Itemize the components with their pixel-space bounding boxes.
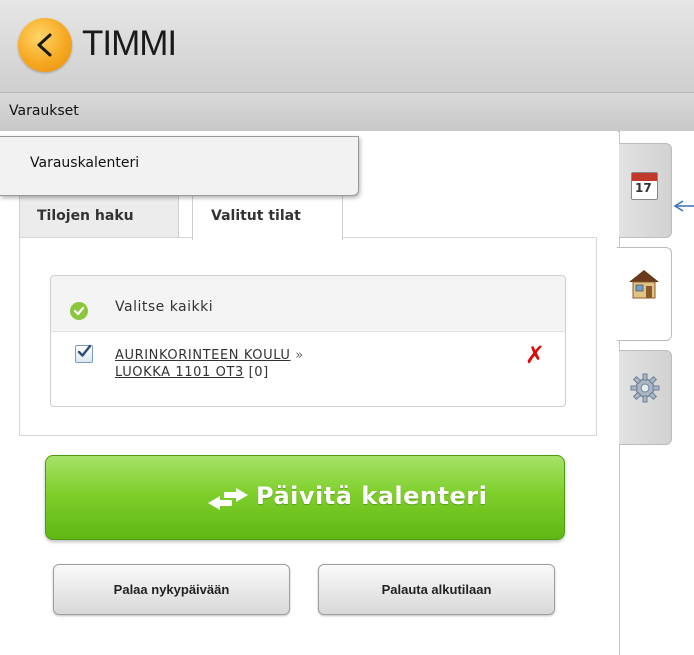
room-link[interactable]: LUOKKA 1101 OT3 [115,365,244,380]
home-icon [629,270,659,299]
menu-item-varauskalenteri[interactable]: Varauskalenteri [30,155,139,171]
swap-arrows-icon [208,488,248,510]
timmi-logo-icon[interactable] [18,18,72,72]
list-item: AURINKORINTEEN KOULU » LUOKKA 1101 OT3 [… [115,347,304,381]
side-tab-calendar[interactable]: 17 [619,143,672,238]
separator: » [295,348,304,363]
reset-button[interactable]: Palauta alkutilaan [318,564,555,615]
side-tab-settings[interactable] [619,350,672,445]
tab-label: Valitut tilat [211,208,301,224]
check-circle-icon[interactable] [70,302,88,320]
menu-dropdown: Varauskalenteri [0,136,359,196]
select-all-label[interactable]: Valitse kaikki [115,299,213,315]
side-tab-home[interactable] [617,247,672,341]
tab-valitut-tilat[interactable]: Valitut tilat [192,193,343,240]
select-all-row[interactable]: Valitse kaikki [51,276,565,332]
update-calendar-button[interactable]: Päivitä kalenteri [45,455,565,540]
menu-bar: Varaukset [0,93,694,132]
room-checkbox[interactable] [75,344,93,363]
place-link[interactable]: AURINKORINTEEN KOULU [115,348,291,363]
app-header: TIMMI [0,0,694,93]
update-calendar-label: Päivitä kalenteri [256,482,488,510]
room-count: [0] [248,365,269,380]
pointer-arrow-icon [673,200,694,212]
selected-rooms-list: Valitse kaikki AURINKORINTEEN KOULU » LU… [50,275,566,407]
gear-icon [630,373,660,403]
remove-icon[interactable]: ✗ [525,341,545,369]
calendar-icon: 17 [631,172,658,200]
tab-tilojen-haku[interactable]: Tilojen haku [19,193,179,238]
back-to-today-button[interactable]: Palaa nykypäivään [53,564,290,615]
tab-label: Tilojen haku [37,208,134,224]
menu-item-varaukset[interactable]: Varaukset [9,103,79,119]
app-title: TIMMI [82,24,177,63]
